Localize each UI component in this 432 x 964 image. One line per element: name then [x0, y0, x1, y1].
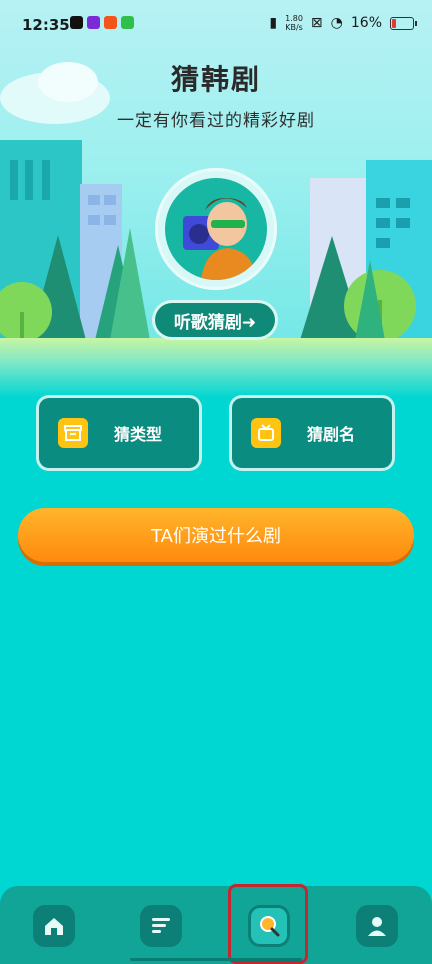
archive-box-icon: [58, 418, 88, 448]
character-avatar: [165, 178, 267, 280]
actors-dramas-button[interactable]: TA们演过什么剧: [18, 508, 414, 562]
hero-banner: 猜韩剧 一定有你看过的精彩好剧 听歌猜剧➜: [0, 0, 432, 360]
tab-profile[interactable]: [356, 905, 398, 947]
profile-icon: [368, 917, 386, 936]
home-indicator: [130, 958, 302, 961]
tab-highlight-box: [228, 884, 308, 964]
home-icon: [45, 918, 63, 935]
guess-title-label: 猜剧名: [307, 425, 356, 444]
net-speed: 1.80 KB/s: [285, 14, 303, 32]
guess-type-label: 猜类型: [114, 425, 163, 444]
page-title: 猜韩剧: [170, 63, 261, 96]
guess-title-card[interactable]: 猜剧名: [232, 398, 392, 468]
grass-divider: [0, 338, 432, 398]
battery-percent: 16%: [350, 15, 382, 31]
guess-type-card[interactable]: 猜类型: [39, 398, 199, 468]
status-time: 12:35: [22, 16, 70, 34]
wifi-icon: ◔: [330, 15, 343, 31]
notification-icons: [70, 16, 134, 29]
no-sim-icon: ⊠: [310, 15, 323, 31]
app-notification-icon: [104, 16, 117, 29]
page-subtitle: 一定有你看过的精彩好剧: [117, 111, 315, 131]
avatar-ring[interactable]: [155, 168, 277, 290]
tab-list[interactable]: [140, 905, 182, 947]
bottom-tab-bar: [0, 886, 432, 964]
listen-guess-button[interactable]: 听歌猜剧➜: [155, 303, 275, 337]
status-bar: 12:35 ▮ 1.80 KB/s ⊠ ◔ 16%: [0, 0, 432, 52]
battery-icon: [390, 16, 417, 30]
vibrate-icon: ▮: [269, 15, 278, 31]
list-icon: [152, 918, 170, 933]
tab-home[interactable]: [33, 905, 75, 947]
tiktok-icon: [70, 16, 83, 29]
app-notification-icon: [87, 16, 100, 29]
tv-icon: [251, 418, 281, 448]
app-notification-icon: [121, 16, 134, 29]
